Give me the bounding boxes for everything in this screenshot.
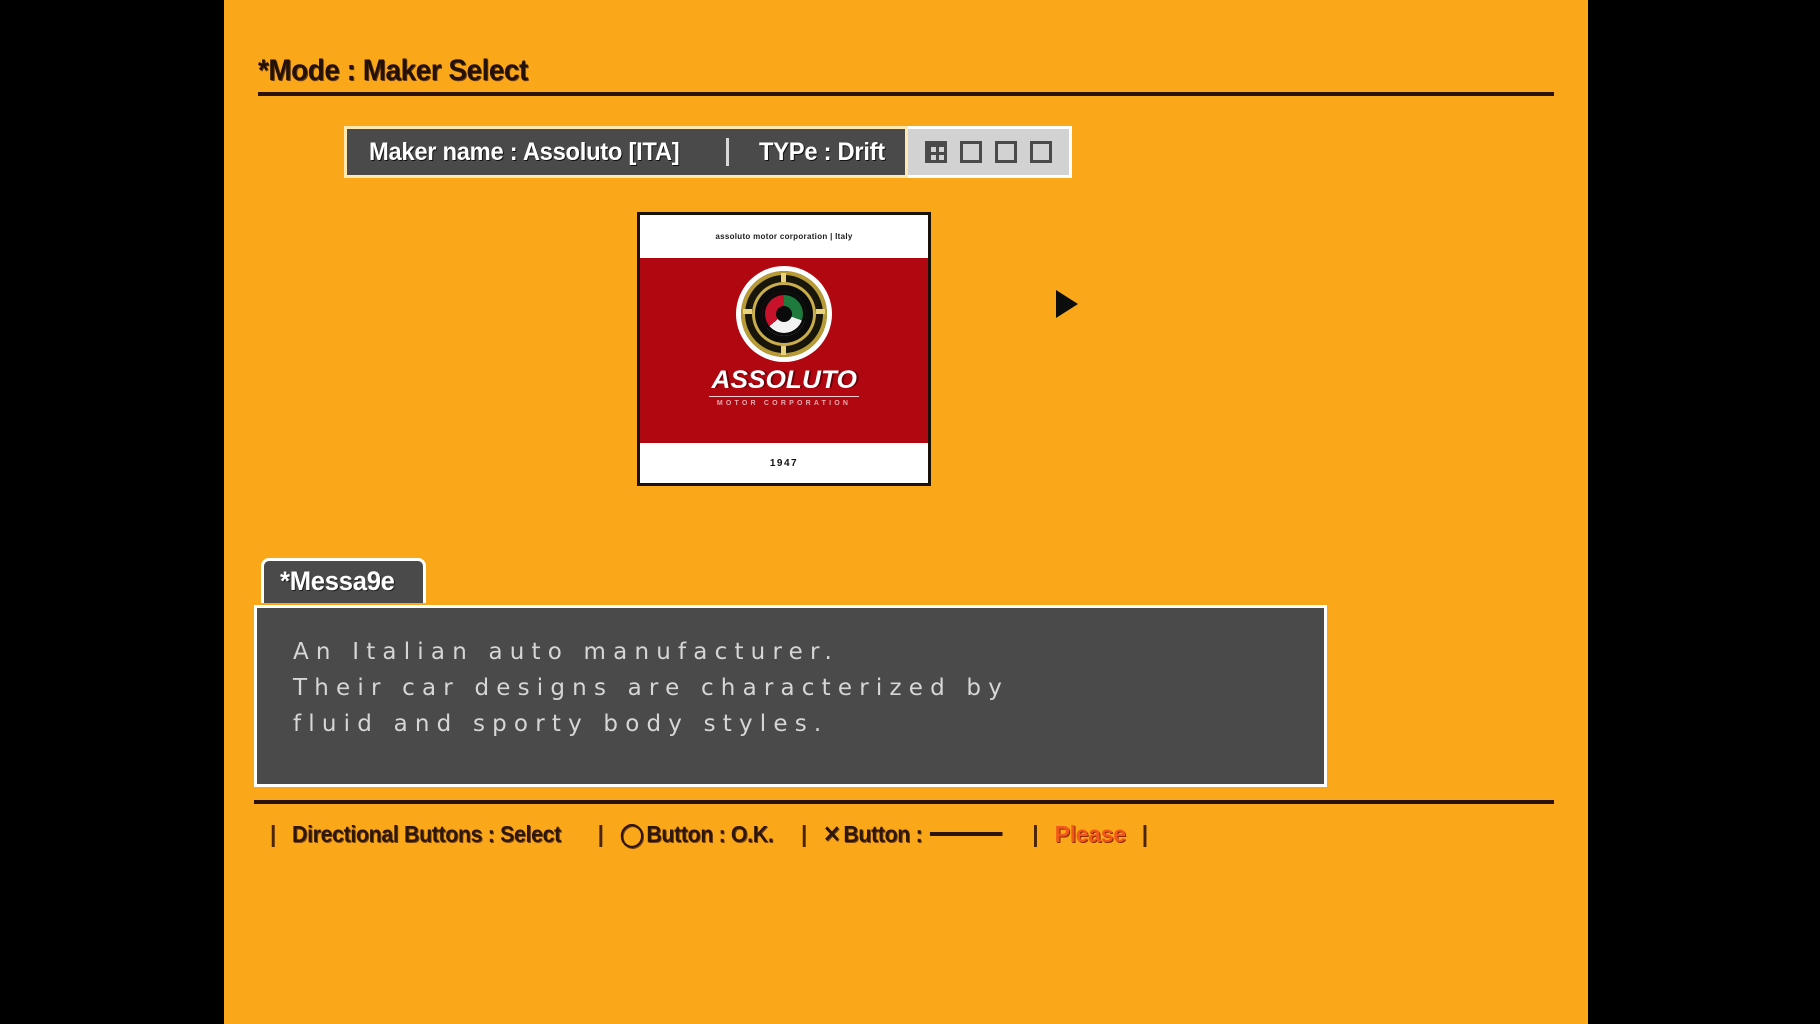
message-line: fluid and sporty body styles. [293,711,829,737]
hint-cross-label: Button : [843,820,923,847]
cross-button-icon: ✕ [823,820,841,847]
triangle-right-icon[interactable] [1056,290,1078,318]
emblem-ring-inner [752,282,816,346]
emblem-tick [743,309,752,314]
hint-separator: | [800,820,808,847]
hint-circle-button: ◯ Button : O.K. [620,820,774,848]
maker-logo-card[interactable]: assoluto motor corporation | Italy ASSOL… [637,212,931,486]
circle-button-icon: ◯ [620,820,644,847]
bottom-divider [254,800,1554,804]
message-line: Their car designs are characterized by [293,675,1010,701]
page-indicator-group[interactable] [908,126,1073,178]
logo-wordmark: ASSOLUTO [711,366,857,394]
hint-separator: | [597,820,605,847]
maker-name-text: Maker name : Assoluto [ITA] [369,137,680,166]
control-hints-bar: | Directional Buttons : Select | ◯ Butto… [254,810,1554,858]
hint-separator: | [1032,820,1039,847]
logo-top-strip: assoluto motor corporation | Italy [640,215,928,258]
hint-dash-line [930,832,1003,836]
hint-directional-label: Directional Buttons : Select [292,820,562,847]
emblem-tick [781,346,786,355]
message-tab-label: *Messa9e [280,566,395,596]
page-indicator-1[interactable] [925,141,948,163]
message-line: An Italian auto manufacturer. [293,639,839,665]
game-stage: *Mode : Maker Select Maker name : Assolu… [224,0,1588,1024]
title-divider [258,92,1554,96]
logo-founded-year: 1947 [769,457,799,469]
emblem-center [776,306,792,322]
logo-corporation-line: assoluto motor corporation | Italy [715,232,853,241]
game-screen: *Mode : Maker Select Maker name : Assolu… [0,0,1820,1024]
logo-bottom-strip: 1947 [640,443,928,483]
assoluto-emblem-icon [736,266,832,362]
logo-wordmark-underline [709,396,859,397]
page-title: *Mode : Maker Select [258,54,528,87]
info-separator [725,138,729,166]
hint-directional-buttons: Directional Buttons : Select [292,821,561,848]
logo-wordmark-subtitle: MOTOR CORPORATION [716,400,852,407]
page-indicator-2[interactable] [960,141,983,163]
maker-info-bar: Maker name : Assoluto [ITA] TYPe : Drift [344,126,1073,178]
hint-separator: | [270,820,277,847]
page-indicator-3[interactable] [995,141,1018,163]
message-tab: *Messa9e [261,558,426,603]
logo-main-area: ASSOLUTO MOTOR CORPORATION [640,258,928,443]
hint-please-text: Please [1054,820,1126,847]
maker-info-panel: Maker name : Assoluto [ITA] TYPe : Drift [344,126,909,178]
hint-circle-label: Button : O.K. [646,820,774,847]
maker-type-text: TYPe : Drift [758,137,885,166]
emblem-italian-flag-ring [762,292,806,336]
hint-separator: | [1141,820,1149,847]
emblem-tick [816,309,825,314]
message-box: An Italian auto manufacturer. Their car … [254,605,1327,787]
page-indicator-4[interactable] [1030,141,1053,163]
title-row: *Mode : Maker Select [258,54,1554,96]
emblem-ring-outer [741,271,827,357]
hint-cross-button: ✕ Button : [823,820,1003,848]
emblem-tick [781,273,786,282]
